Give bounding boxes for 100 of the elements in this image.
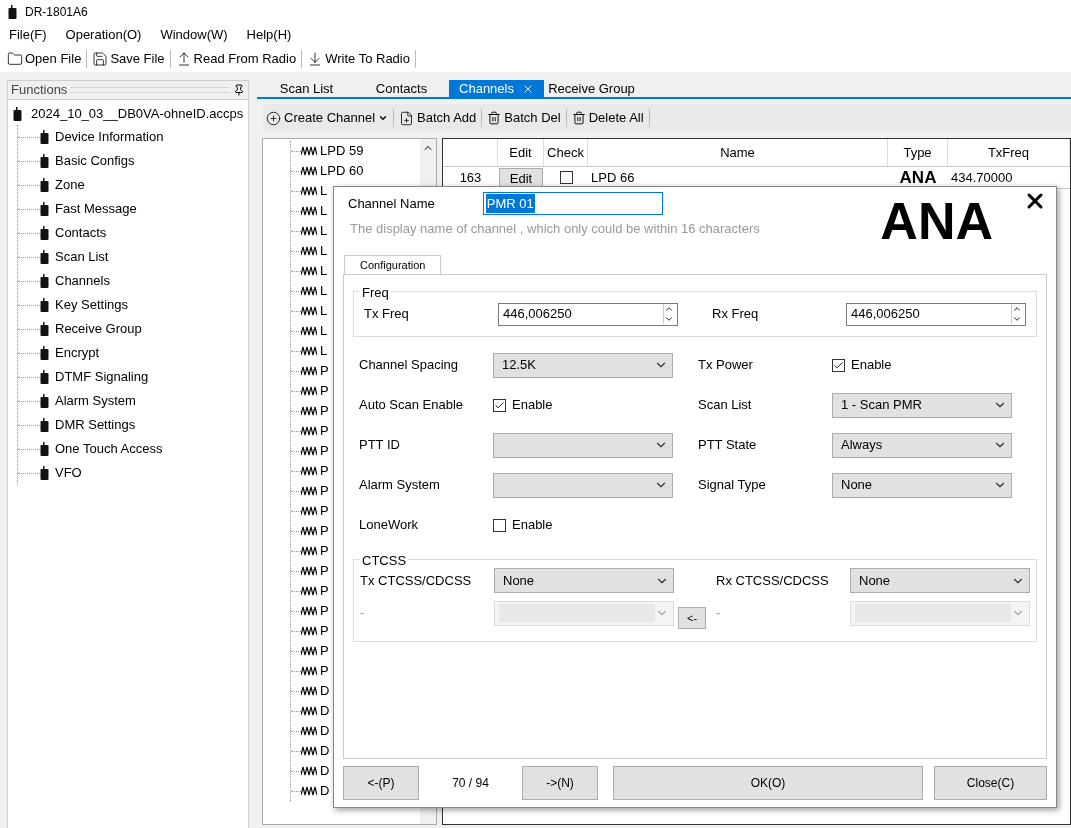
tree-item[interactable]: DMR Settings	[55, 415, 136, 435]
tree-item[interactable]: L	[320, 221, 328, 241]
tree-item[interactable]: P	[320, 581, 329, 601]
menu-item[interactable]: Operation(O)	[65, 24, 142, 45]
tree-item[interactable]: L	[320, 201, 328, 221]
toolbar-button[interactable]: Batch Add	[398, 108, 478, 128]
tree-item[interactable]: P	[320, 621, 329, 641]
tree-item[interactable]: Fast Message	[55, 199, 137, 219]
tree-item[interactable]: Encrypt	[55, 343, 100, 363]
frequency-spinner[interactable]: 446,006250	[846, 302, 1026, 326]
wave-icon	[301, 706, 317, 716]
dropdown[interactable]: None	[494, 568, 674, 593]
previous-button[interactable]: <-(P)	[343, 766, 419, 800]
tree-item[interactable]: LPD 59	[320, 141, 364, 161]
tree-item[interactable]: One Touch Access	[55, 439, 163, 459]
toolbar-button[interactable]: Read From Radio	[174, 49, 298, 69]
checkbox-square[interactable]	[493, 518, 506, 532]
toolbar-button[interactable]: Delete All	[570, 108, 645, 128]
tree-item[interactable]: DTMF Signaling	[55, 367, 149, 387]
tab[interactable]: Channels	[449, 80, 544, 97]
column-header[interactable]: Name	[588, 139, 888, 166]
tree-item[interactable]: Contacts	[55, 223, 107, 243]
tree-item[interactable]: Channels	[55, 271, 110, 291]
channel-name-field[interactable]: PMR 01	[482, 192, 663, 215]
enable-checkbox[interactable]: Enable	[493, 515, 553, 535]
tree-item[interactable]: L	[320, 321, 328, 341]
tree-item[interactable]: D	[320, 721, 330, 741]
checkbox-square[interactable]	[832, 358, 845, 372]
dropdown[interactable]: None	[832, 472, 1012, 498]
dropdown[interactable]: Always	[832, 432, 1012, 458]
menu-item[interactable]: File(F)	[9, 24, 47, 45]
wave-icon	[301, 586, 317, 596]
copy-button[interactable]: <-	[678, 607, 706, 629]
tree-item[interactable]: L	[320, 281, 328, 301]
tree-item[interactable]: D	[320, 681, 330, 701]
tree-item[interactable]: P	[320, 541, 329, 561]
pin-icon[interactable]	[233, 84, 245, 96]
tree-item[interactable]: P	[320, 441, 329, 461]
tree-item[interactable]: Basic Configs	[55, 151, 135, 171]
tree-item[interactable]: Receive Group	[55, 319, 142, 339]
tree-item[interactable]: P	[320, 601, 329, 621]
tree-item[interactable]: D	[320, 761, 330, 781]
tree-item[interactable]: P	[320, 561, 329, 581]
tree-item[interactable]: D	[320, 741, 330, 761]
dropdown[interactable]: 1 - Scan PMR	[832, 392, 1012, 418]
tree-item[interactable]: L	[320, 301, 328, 321]
tree-item[interactable]: Key Settings	[55, 295, 128, 315]
tab[interactable]: Contacts	[354, 80, 449, 97]
tree-item[interactable]: P	[320, 481, 329, 501]
tree-item[interactable]: P	[320, 641, 329, 661]
dropdown[interactable]: None	[850, 568, 1030, 593]
next-button[interactable]: ->(N)	[522, 766, 598, 800]
column-header[interactable]: TxFreq	[948, 139, 1070, 166]
tree-item[interactable]: P	[320, 401, 329, 421]
tree-item[interactable]: P	[320, 381, 329, 401]
tree-item[interactable]: L	[320, 181, 328, 201]
tree-item[interactable]: L	[320, 261, 328, 281]
toolbar-button[interactable]: Save File	[91, 49, 166, 69]
tree-item[interactable]: D	[320, 701, 330, 721]
ok-button[interactable]: OK(O)	[613, 766, 923, 800]
tree-item[interactable]: L	[320, 241, 328, 261]
checkbox-square[interactable]	[493, 398, 506, 412]
tree-item[interactable]: D	[320, 781, 330, 801]
column-header[interactable]: Check	[544, 139, 588, 166]
dropdown[interactable]: 12.5K	[493, 352, 673, 378]
toolbar-button[interactable]: Write To Radio	[306, 49, 411, 69]
column-header[interactable]: Type	[888, 139, 948, 166]
close-button[interactable]: Close(C)	[934, 766, 1047, 800]
edit-button[interactable]: Edit	[499, 167, 543, 188]
toolbar-button[interactable]: Create Channel	[265, 108, 390, 128]
tree-item[interactable]: P	[320, 421, 329, 441]
tree-item[interactable]: Scan List	[55, 247, 109, 267]
row-checkbox[interactable]	[559, 171, 573, 184]
wave-icon	[301, 506, 317, 516]
tree-item[interactable]: LPD 60	[320, 161, 364, 181]
menu-item[interactable]: Help(H)	[246, 24, 292, 45]
wave-icon	[301, 746, 317, 756]
tree-item[interactable]: Device Information	[55, 127, 164, 147]
column-header[interactable]: Edit	[498, 139, 544, 166]
tree-item[interactable]: P	[320, 461, 329, 481]
tab[interactable]: Scan List	[259, 80, 354, 97]
tree-item[interactable]: P	[320, 501, 329, 521]
toolbar-button[interactable]: Open File	[6, 49, 83, 69]
tree-item[interactable]: Zone	[55, 175, 85, 195]
tree-item[interactable]: L	[320, 341, 328, 361]
tab[interactable]: Receive Group	[544, 80, 639, 97]
tab[interactable]: Configuration	[344, 255, 442, 275]
tree-item[interactable]: P	[320, 661, 329, 681]
frequency-spinner[interactable]: 446,006250	[498, 302, 678, 326]
enable-checkbox[interactable]: Enable	[493, 395, 553, 415]
tree-item[interactable]: P	[320, 361, 329, 381]
tree-item[interactable]: Alarm System	[55, 391, 136, 411]
toolbar-button[interactable]: Batch Del	[486, 108, 562, 128]
tree-item[interactable]: P	[320, 521, 329, 541]
caret-icon	[378, 113, 389, 123]
tree-item[interactable]: 2024_10_03__DB0VA-ohneID.accps	[31, 104, 244, 124]
enable-checkbox[interactable]: Enable	[832, 355, 892, 375]
wave-icon	[301, 446, 317, 456]
menu-item[interactable]: Window(W)	[160, 24, 228, 45]
tree-item[interactable]: VFO	[55, 463, 82, 483]
